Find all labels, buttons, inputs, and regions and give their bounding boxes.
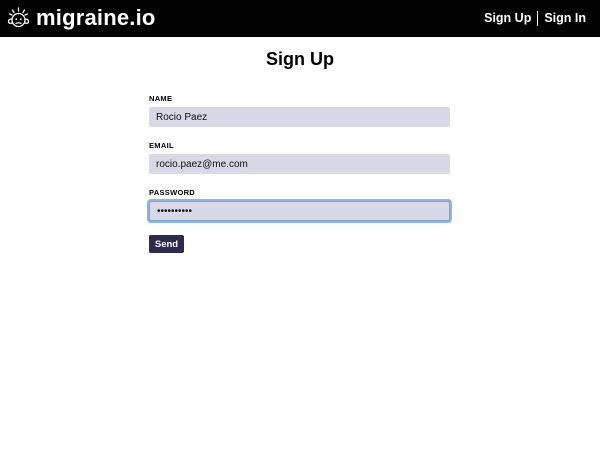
top-navbar: migraine.io Sign Up Sign In <box>0 0 600 37</box>
nav-divider <box>537 10 539 26</box>
header-nav: Sign Up Sign In <box>484 10 586 26</box>
brand-logo-text[interactable]: migraine.io <box>36 4 156 32</box>
head-with-headache-icon <box>5 6 32 31</box>
sign-up-form: NAME EMAIL PASSWORD Send <box>149 94 450 253</box>
name-input[interactable] <box>149 107 450 127</box>
send-button[interactable]: Send <box>149 235 184 253</box>
name-label: NAME <box>149 94 173 103</box>
email-input[interactable] <box>149 154 450 174</box>
nav-sign-in-link[interactable]: Sign In <box>544 10 586 26</box>
password-input[interactable] <box>149 201 450 221</box>
email-label: EMAIL <box>149 141 174 150</box>
password-label: PASSWORD <box>149 188 196 197</box>
page-title: Sign Up <box>266 49 334 69</box>
nav-sign-up-link[interactable]: Sign Up <box>484 10 531 26</box>
